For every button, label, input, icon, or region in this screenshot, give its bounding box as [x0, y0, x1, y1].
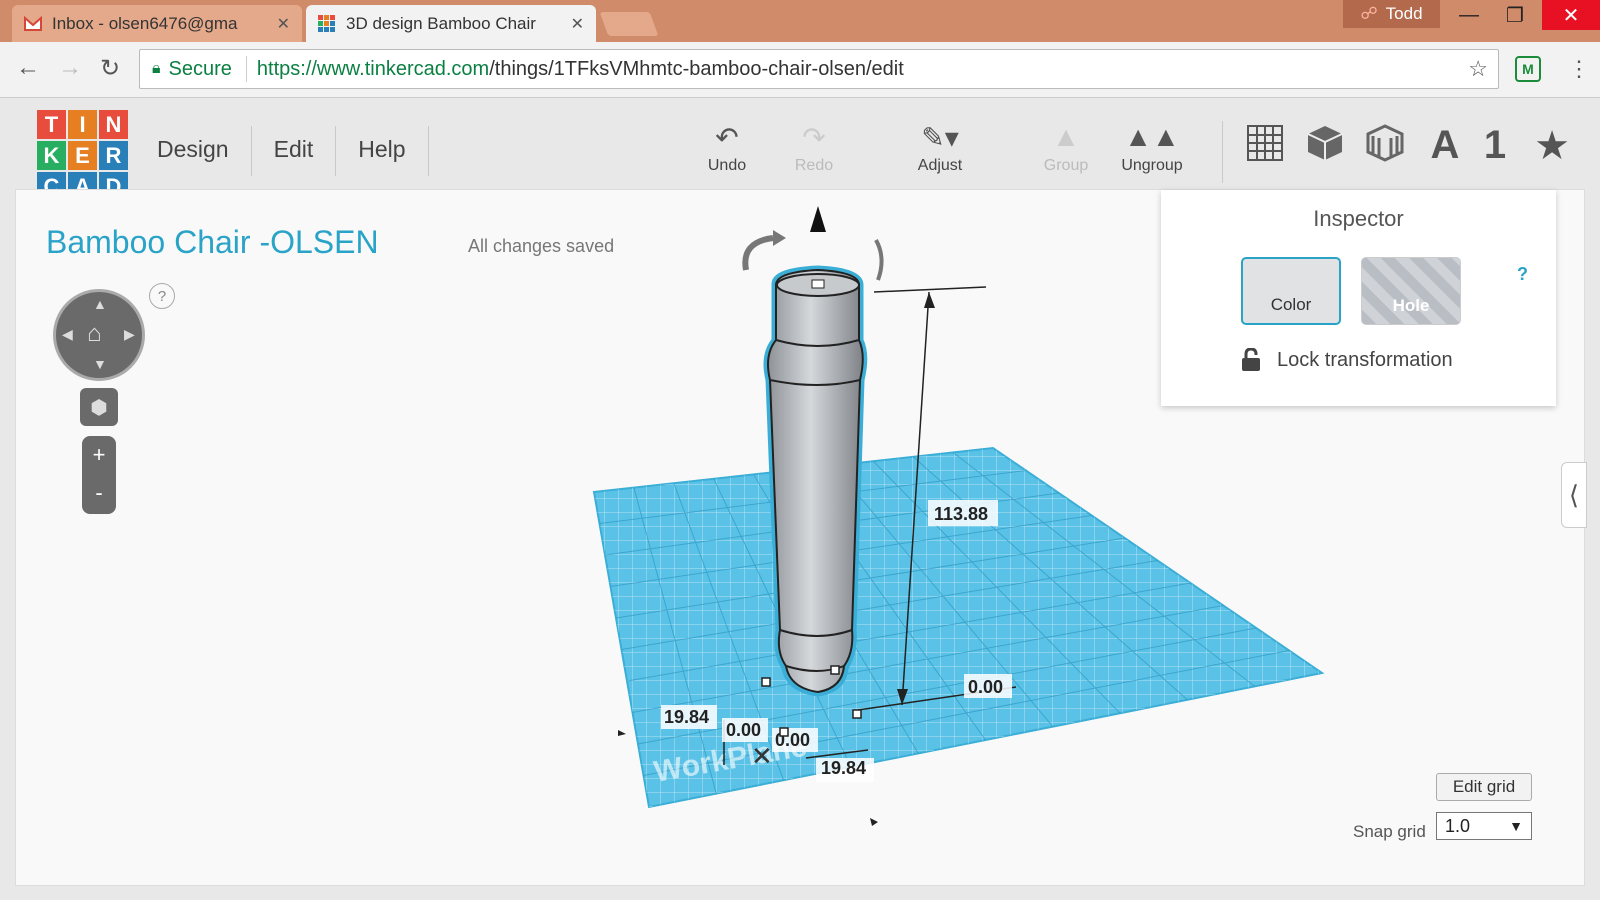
ungroup-button[interactable]: ▲▲ Ungroup [1107, 121, 1197, 175]
close-window-button[interactable]: ✕ [1542, 0, 1600, 30]
bookmark-star-icon[interactable]: ☆ [1468, 56, 1488, 82]
expand-panel-chevron-icon[interactable]: ⟨ [1561, 462, 1587, 528]
snap-grid-label: Snap grid [1353, 822, 1426, 841]
cube-icon[interactable] [1300, 123, 1350, 173]
menu-design[interactable]: Design [135, 126, 252, 176]
profile-icon: ☍ [1360, 4, 1378, 23]
tinkercad-icon [318, 14, 335, 32]
adjust-button[interactable]: ✎▾ Adjust [895, 121, 985, 175]
inspector-panel: Inspector Color Hole ? Lock transformati… [1161, 190, 1556, 406]
redo-button[interactable]: ↷ Redo [769, 121, 859, 175]
main-menu: Design Edit Help [135, 126, 429, 176]
lock-icon: 🔒︎ [152, 60, 161, 77]
z-offset-dimension[interactable]: 0.00 [968, 677, 1003, 697]
group-button[interactable]: ▲ Group [1021, 121, 1111, 175]
logo-letter: N [99, 110, 128, 139]
logo-letter: E [68, 141, 97, 170]
tab-gmail[interactable]: Inbox - olsen6476@gma ✕ [12, 5, 302, 42]
new-tab-button[interactable] [599, 12, 659, 36]
browser-tab-strip: Inbox - olsen6476@gma ✕ 3D design Bamboo… [0, 0, 1600, 42]
selected-bamboo-cylinder[interactable] [763, 265, 868, 697]
address-bar[interactable]: 🔒︎ Secure https://www.tinkercad.com/thin… [139, 49, 1499, 89]
minimize-button[interactable]: — [1446, 0, 1492, 30]
tab-title: Inbox - olsen6476@gma [52, 13, 238, 33]
browser-menu-icon[interactable]: ⋮ [1568, 56, 1590, 82]
gmail-icon [24, 15, 42, 31]
color-swatch-button[interactable]: Color [1241, 257, 1341, 325]
profile-button[interactable]: ☍ Todd [1343, 0, 1440, 28]
tab-title: 3D design Bamboo Chair [346, 13, 536, 33]
adjust-icon: ✎▾ [921, 122, 959, 153]
tinkercad-logo[interactable]: TINKERCAD [37, 110, 128, 201]
logo-letter: I [68, 110, 97, 139]
back-icon[interactable]: ← [16, 54, 40, 82]
origin-x-marker: ✕ [751, 741, 773, 771]
depth-dimension[interactable]: 19.84 [821, 758, 866, 778]
profile-name: Todd [1385, 4, 1423, 23]
edit-grid-button[interactable]: Edit grid [1436, 773, 1532, 801]
star-icon[interactable]: ★ [1527, 123, 1577, 169]
undo-icon: ↶ [715, 122, 739, 153]
maximize-button[interactable]: ❐ [1492, 0, 1538, 30]
height-dimension[interactable]: 113.88 [934, 504, 988, 524]
rotate-handle-right[interactable] [874, 239, 884, 281]
undo-button[interactable]: ↶ Undo [682, 121, 772, 175]
extension-icon[interactable]: M [1515, 56, 1541, 82]
url-path: /things/1TFksVMhmtc-bamboo-chair-olsen/e… [489, 57, 904, 80]
inspector-help-button[interactable]: ? [1517, 264, 1528, 285]
lift-arrow-icon[interactable] [810, 206, 826, 232]
number-tool[interactable]: 1 [1470, 123, 1520, 168]
x-offset-dimension[interactable]: 0.00 [726, 720, 761, 740]
close-tab-icon[interactable]: ✕ [277, 14, 290, 34]
dropdown-arrow-icon: ▼ [1509, 818, 1523, 834]
close-tab-icon[interactable]: ✕ [571, 14, 584, 34]
grid-icon[interactable] [1240, 123, 1290, 173]
lock-transformation-toggle[interactable]: Lock transformation [1241, 348, 1453, 372]
hole-swatch-button[interactable]: Hole [1361, 257, 1461, 325]
padlock-icon [1242, 348, 1260, 371]
striped-cube-icon[interactable] [1360, 123, 1410, 173]
menu-edit[interactable]: Edit [252, 126, 337, 176]
snap-grid-select[interactable]: 1.0 ▼ [1436, 812, 1532, 840]
reload-icon[interactable]: ↻ [100, 54, 120, 83]
logo-letter: T [37, 110, 66, 139]
redo-icon: ↷ [802, 122, 826, 153]
rotate-handle-left[interactable] [742, 235, 774, 271]
design-workspace[interactable]: Bamboo Chair -OLSEN All changes saved ? … [15, 189, 1587, 886]
tinkercad-app: TINKERCAD Design Edit Help ↶ Undo ↷ Redo… [0, 99, 1600, 900]
secure-label: Secure [168, 57, 232, 80]
group-icon: ▲ [1052, 121, 1080, 152]
tab-tinkercad[interactable]: 3D design Bamboo Chair ✕ [306, 5, 596, 42]
text-tool-a[interactable]: A [1420, 123, 1470, 168]
logo-letter: R [99, 141, 128, 170]
inspector-title: Inspector [1313, 206, 1404, 231]
width-dimension[interactable]: 19.84 [664, 707, 709, 727]
ungroup-icon: ▲▲ [1124, 121, 1180, 152]
menu-help[interactable]: Help [336, 126, 429, 176]
forward-icon[interactable]: → [58, 54, 82, 82]
url-host: https://www.tinkercad.com [256, 57, 490, 80]
logo-letter: K [37, 141, 66, 170]
